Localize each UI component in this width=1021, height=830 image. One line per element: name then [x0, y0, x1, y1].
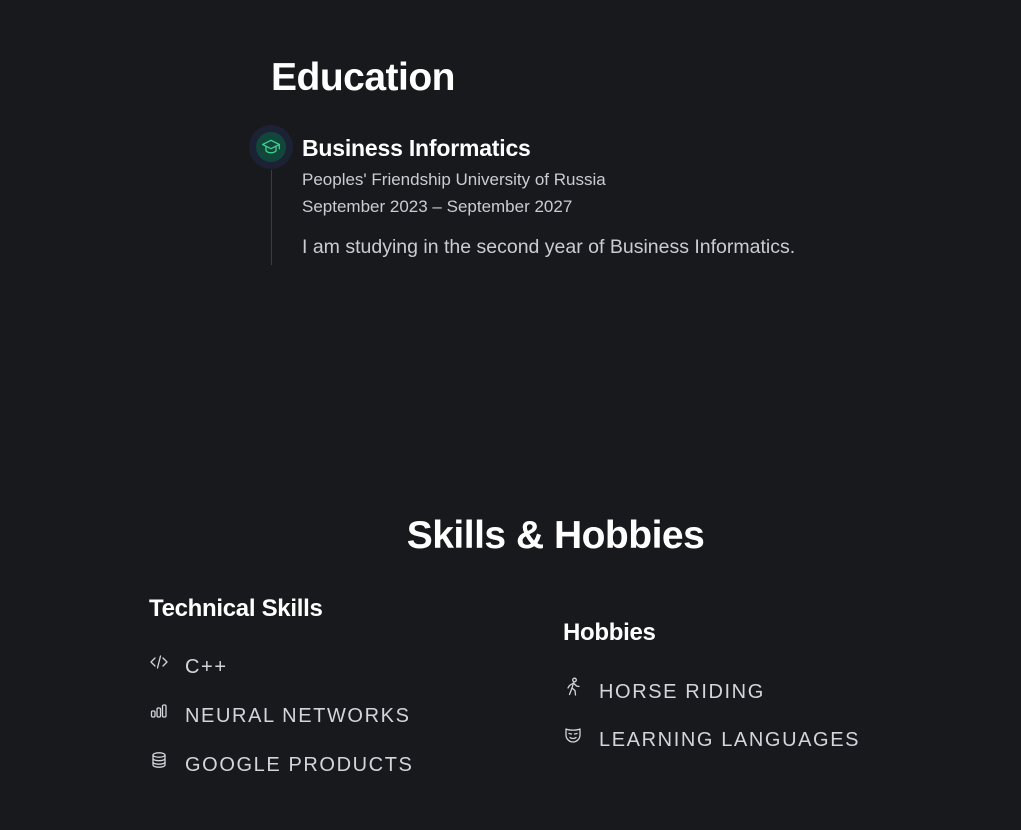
running-person-icon: [563, 677, 583, 697]
education-school: Peoples' Friendship University of Russia: [302, 170, 606, 189]
education-dates: September 2023 – September 2027: [302, 197, 573, 216]
code-icon: [149, 652, 169, 672]
hobby-label: HORSE RIDING: [599, 681, 765, 703]
hobbies-title: Hobbies: [563, 619, 656, 646]
bar-chart-icon: [149, 701, 169, 721]
education-icon-badge: [249, 125, 293, 169]
education-title: Education: [271, 56, 456, 99]
database-icon: [149, 750, 169, 770]
education-description: I am studying in the second year of Busi…: [302, 236, 796, 258]
education-degree: Business Informatics: [302, 135, 531, 161]
skills-hobbies-title: Skills & Hobbies: [406, 514, 705, 557]
skill-label: GOOGLE PRODUCTS: [185, 754, 414, 776]
graduation-cap-icon: [256, 132, 286, 162]
mask-icon: [563, 725, 583, 745]
timeline-line: [271, 170, 272, 265]
technical-skills-title: Technical Skills: [149, 595, 323, 622]
skill-label: NEURAL NETWORKS: [185, 705, 411, 727]
hobby-label: LEARNING LANGUAGES: [599, 729, 861, 751]
skill-label: C++: [185, 656, 228, 678]
